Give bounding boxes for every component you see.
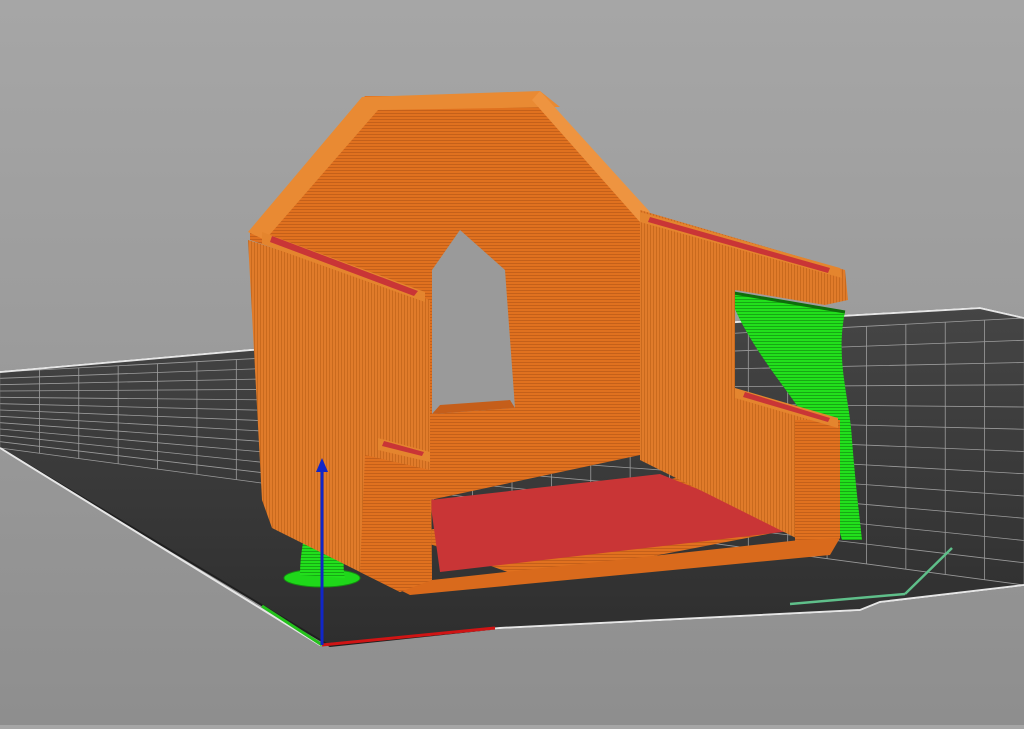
scene-canvas[interactable] <box>0 0 1024 725</box>
3d-preview-viewport[interactable] <box>0 0 1024 725</box>
left-pillar <box>360 455 432 592</box>
right-pillar <box>795 420 840 545</box>
